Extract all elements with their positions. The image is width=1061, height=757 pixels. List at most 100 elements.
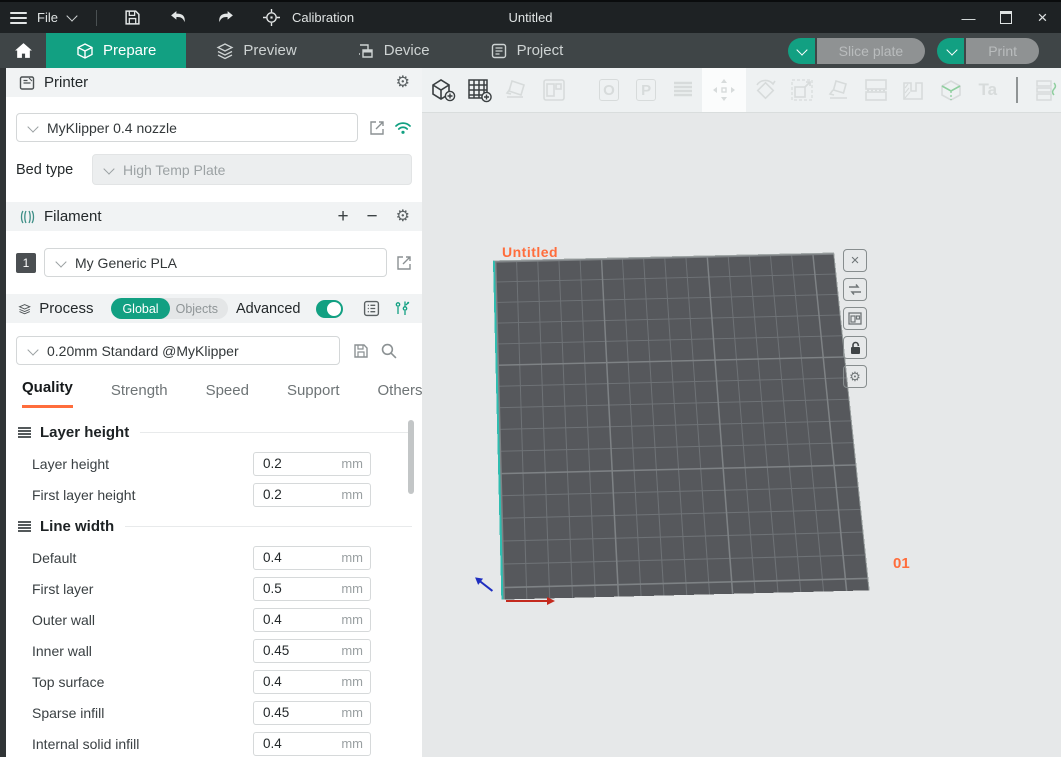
param-input[interactable]: 0.4 mm <box>253 670 371 694</box>
scope-global-button[interactable]: Global <box>111 298 169 319</box>
add-filament-button[interactable]: + <box>337 207 348 226</box>
param-input[interactable]: 0.2 mm <box>253 452 371 476</box>
delete-plate-button[interactable]: × <box>843 249 867 272</box>
tab-prepare[interactable]: Prepare <box>46 33 186 68</box>
parameter-list-icon[interactable] <box>363 300 380 317</box>
param-value: 0.45 <box>254 643 341 658</box>
file-menu[interactable]: File <box>37 10 58 25</box>
param-input[interactable]: 0.2 mm <box>253 483 371 507</box>
edit-filament-preset-icon[interactable] <box>396 255 412 271</box>
seam-paint-icon[interactable] <box>936 75 965 105</box>
tab-speed[interactable]: Speed <box>206 382 249 408</box>
section-line-width: Line width <box>6 510 422 542</box>
arrange-mini-icon <box>848 312 862 325</box>
preview-layers-icon <box>216 42 234 60</box>
slice-plate-button[interactable]: Slice plate <box>817 38 926 64</box>
support-paint-icon[interactable] <box>899 75 928 105</box>
filament-settings-gear-icon[interactable]: ⚙ <box>396 209 410 225</box>
tab-quality[interactable]: Quality <box>22 379 73 408</box>
print-options-dropdown[interactable] <box>937 38 964 64</box>
param-input[interactable]: 0.4 mm <box>253 732 371 756</box>
search-parameters-icon[interactable] <box>380 342 397 359</box>
cut-tool-icon[interactable] <box>862 75 891 105</box>
arrange-icon[interactable] <box>540 75 569 105</box>
param-input[interactable]: 0.4 mm <box>253 546 371 570</box>
viewport-3d[interactable]: O P <box>422 68 1061 757</box>
tab-project[interactable]: Project <box>460 33 594 68</box>
tab-device[interactable]: Device <box>327 33 460 68</box>
titlebar-divider <box>96 10 97 26</box>
tab-support[interactable]: Support <box>287 382 340 408</box>
file-menu-chevron-icon[interactable] <box>66 10 77 21</box>
maximize-button[interactable] <box>987 2 1024 33</box>
param-value: 0.4 <box>254 550 341 565</box>
bed-type-select[interactable]: High Temp Plate <box>92 154 412 185</box>
filament-icon <box>18 209 36 225</box>
undo-icon[interactable] <box>169 10 188 25</box>
calibration-icon[interactable] <box>263 9 280 26</box>
edit-printer-preset-icon[interactable] <box>369 120 385 136</box>
x-axis-arrow <box>506 600 548 602</box>
param-value: 0.4 <box>254 612 341 627</box>
param-input[interactable]: 0.5 mm <box>253 577 371 601</box>
scale-tool-icon[interactable] <box>787 75 816 105</box>
advanced-toggle[interactable] <box>316 300 343 318</box>
toolbar-divider <box>1016 77 1017 103</box>
add-plate-icon[interactable] <box>465 75 494 105</box>
plate-settings-button[interactable]: ⚙ <box>843 365 867 388</box>
filament-preset-select[interactable]: My Generic PLA <box>44 248 387 277</box>
auto-orient-icon[interactable] <box>502 75 531 105</box>
calibration-menu[interactable]: Calibration <box>292 10 354 25</box>
swap-arrows-icon <box>848 283 862 296</box>
save-preset-icon[interactable] <box>353 343 369 359</box>
remove-filament-button[interactable]: − <box>367 207 378 226</box>
print-split-button: Print <box>937 38 1039 64</box>
process-icon <box>18 301 31 317</box>
param-unit: mm <box>341 487 370 502</box>
lay-on-face-icon[interactable] <box>824 75 853 105</box>
plate-name-label[interactable]: Untitled <box>502 244 558 260</box>
param-input[interactable]: 0.4 mm <box>253 608 371 632</box>
param-input[interactable]: 0.45 mm <box>253 639 371 663</box>
tab-others[interactable]: Others <box>378 382 423 408</box>
home-button[interactable] <box>0 33 46 68</box>
tune-parameters-icon[interactable] <box>394 300 410 317</box>
printer-preset-select[interactable]: MyKlipper 0.4 nozzle <box>16 113 358 142</box>
param-label: Layer height <box>32 456 109 472</box>
process-preset-select[interactable]: 0.20mm Standard @MyKlipper <box>16 336 340 365</box>
add-object-icon[interactable] <box>428 75 457 105</box>
panel-scrollbar[interactable] <box>408 420 414 494</box>
process-section-header: Process Global Objects Advanced <box>6 294 422 323</box>
build-plate[interactable] <box>493 252 870 599</box>
chevron-down-icon <box>796 44 807 55</box>
arrange-plate-button[interactable] <box>843 307 867 330</box>
lock-plate-button[interactable] <box>843 336 867 359</box>
tab-strength[interactable]: Strength <box>111 382 168 408</box>
tab-preview[interactable]: Preview <box>186 33 326 68</box>
filament-slot-badge[interactable]: 1 <box>16 253 36 273</box>
scope-objects-button[interactable]: Objects <box>170 302 228 316</box>
variable-layer-height-icon[interactable] <box>1032 75 1061 105</box>
slice-plate-split-button: Slice plate <box>788 38 926 64</box>
minimize-button[interactable]: — <box>950 2 987 33</box>
close-button[interactable]: × <box>1024 2 1061 33</box>
redo-icon[interactable] <box>216 10 235 25</box>
paste-icon[interactable]: P <box>632 75 661 105</box>
bed-type-value: High Temp Plate <box>123 162 225 178</box>
viewport-toolbar: O P <box>422 68 1061 113</box>
rotate-tool-icon[interactable] <box>750 75 779 105</box>
layers-stack-icon[interactable] <box>669 75 698 105</box>
param-input[interactable]: 0.45 mm <box>253 701 371 725</box>
text-tool-icon[interactable]: Ta <box>973 75 1002 105</box>
print-button[interactable]: Print <box>966 38 1039 64</box>
save-icon[interactable] <box>124 9 141 26</box>
orient-plate-button[interactable] <box>843 278 867 301</box>
param-section-icon <box>16 519 33 533</box>
hamburger-menu-icon[interactable] <box>10 12 27 24</box>
printer-settings-gear-icon[interactable]: ⚙ <box>396 75 410 91</box>
move-tool-icon[interactable] <box>709 75 739 105</box>
copy-icon[interactable]: O <box>594 75 623 105</box>
slice-options-dropdown[interactable] <box>788 38 815 64</box>
param-value: 0.5 <box>254 581 341 596</box>
wifi-connection-icon[interactable] <box>394 121 412 135</box>
